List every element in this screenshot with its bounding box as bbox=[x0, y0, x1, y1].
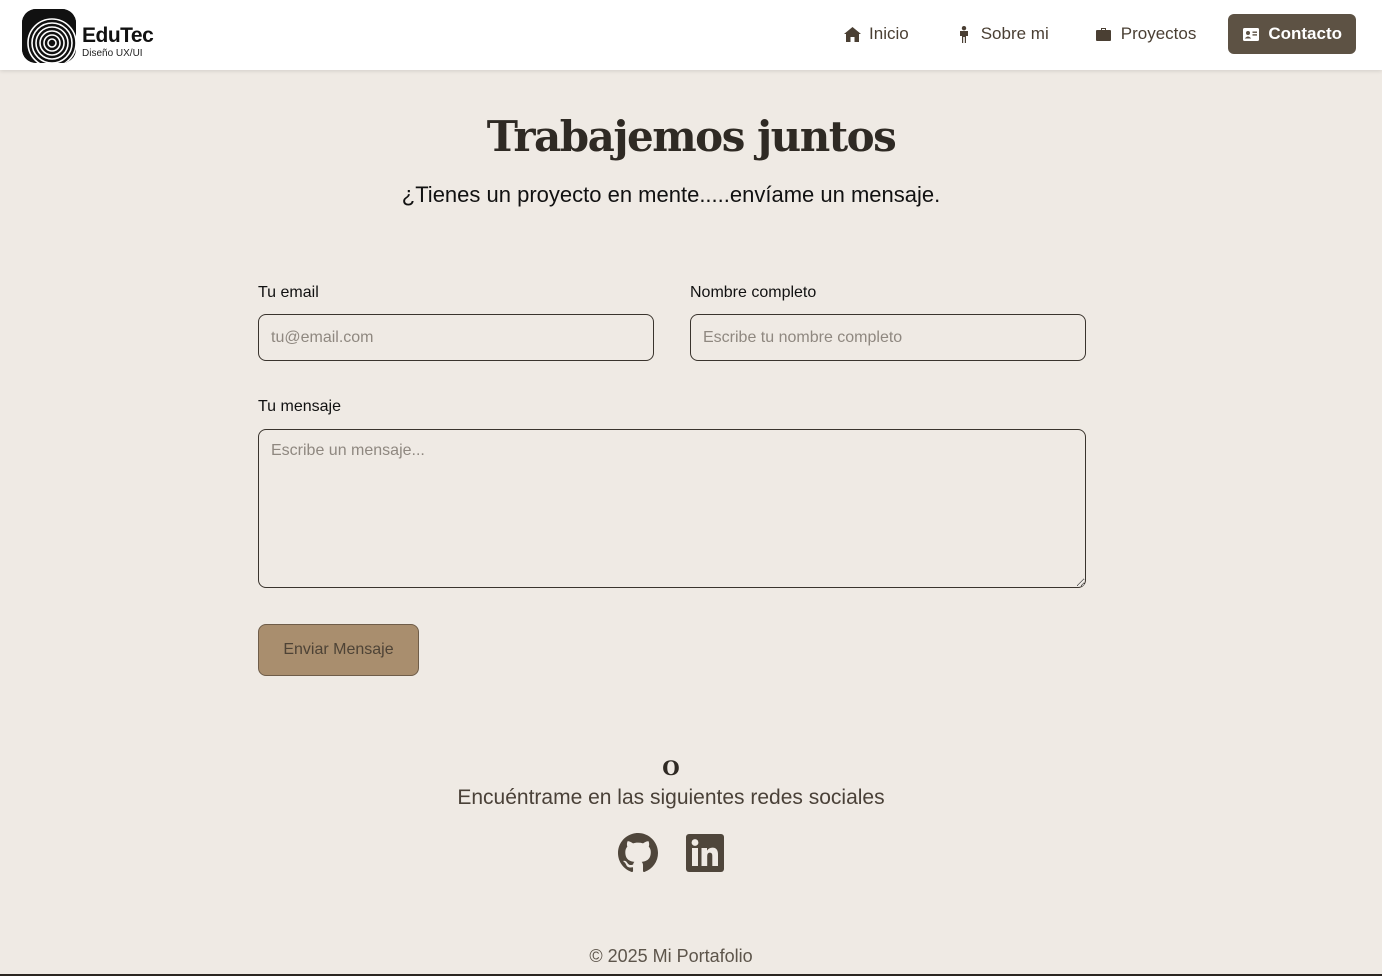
briefcase-icon bbox=[1095, 25, 1113, 43]
page-subtitle: ¿Tienes un proyecto en mente.....envíame… bbox=[401, 182, 941, 207]
email-label: Tu email bbox=[258, 284, 319, 301]
fingerprint-logo-icon bbox=[22, 9, 76, 63]
footer-copyright: © 2025 Mi Portafolio bbox=[589, 946, 753, 966]
main-nav: Inicio Sobre mi Proyectos Contacto bbox=[811, 14, 1356, 54]
full-name-input[interactable] bbox=[690, 314, 1086, 361]
name-label: Nombre completo bbox=[690, 284, 817, 301]
send-message-button[interactable]: Enviar Mensaje bbox=[258, 624, 419, 676]
home-icon bbox=[843, 25, 861, 43]
social-text: Encuéntrame en las siguientes redes soci… bbox=[457, 786, 885, 809]
social-links bbox=[0, 833, 1342, 873]
message-label: Tu mensaje bbox=[258, 398, 341, 415]
nav-item-contacto[interactable]: Contacto bbox=[1228, 14, 1356, 54]
github-icon bbox=[618, 833, 658, 873]
page-title: Trabajemos juntos bbox=[486, 112, 897, 161]
nav-item-proyectos[interactable]: Proyectos bbox=[1081, 14, 1211, 54]
top-navbar: EduTec Diseño UX/UI Inicio Sobre mi Proy… bbox=[0, 0, 1382, 70]
nav-item-inicio[interactable]: Inicio bbox=[829, 14, 923, 54]
github-link[interactable] bbox=[618, 833, 658, 873]
linkedin-icon bbox=[686, 834, 724, 872]
email-input[interactable] bbox=[258, 314, 654, 361]
contact-card-icon bbox=[1242, 25, 1260, 43]
brand-logo[interactable]: EduTec Diseño UX/UI bbox=[22, 9, 154, 63]
nav-item-sobre-mi[interactable]: Sobre mi bbox=[941, 14, 1063, 54]
person-icon bbox=[955, 25, 973, 43]
linkedin-link[interactable] bbox=[686, 834, 724, 872]
message-textarea[interactable] bbox=[258, 429, 1086, 588]
brand-tagline: Diseño UX/UI bbox=[82, 48, 143, 59]
brand-name: EduTec bbox=[82, 24, 154, 47]
or-divider: O bbox=[662, 756, 680, 780]
